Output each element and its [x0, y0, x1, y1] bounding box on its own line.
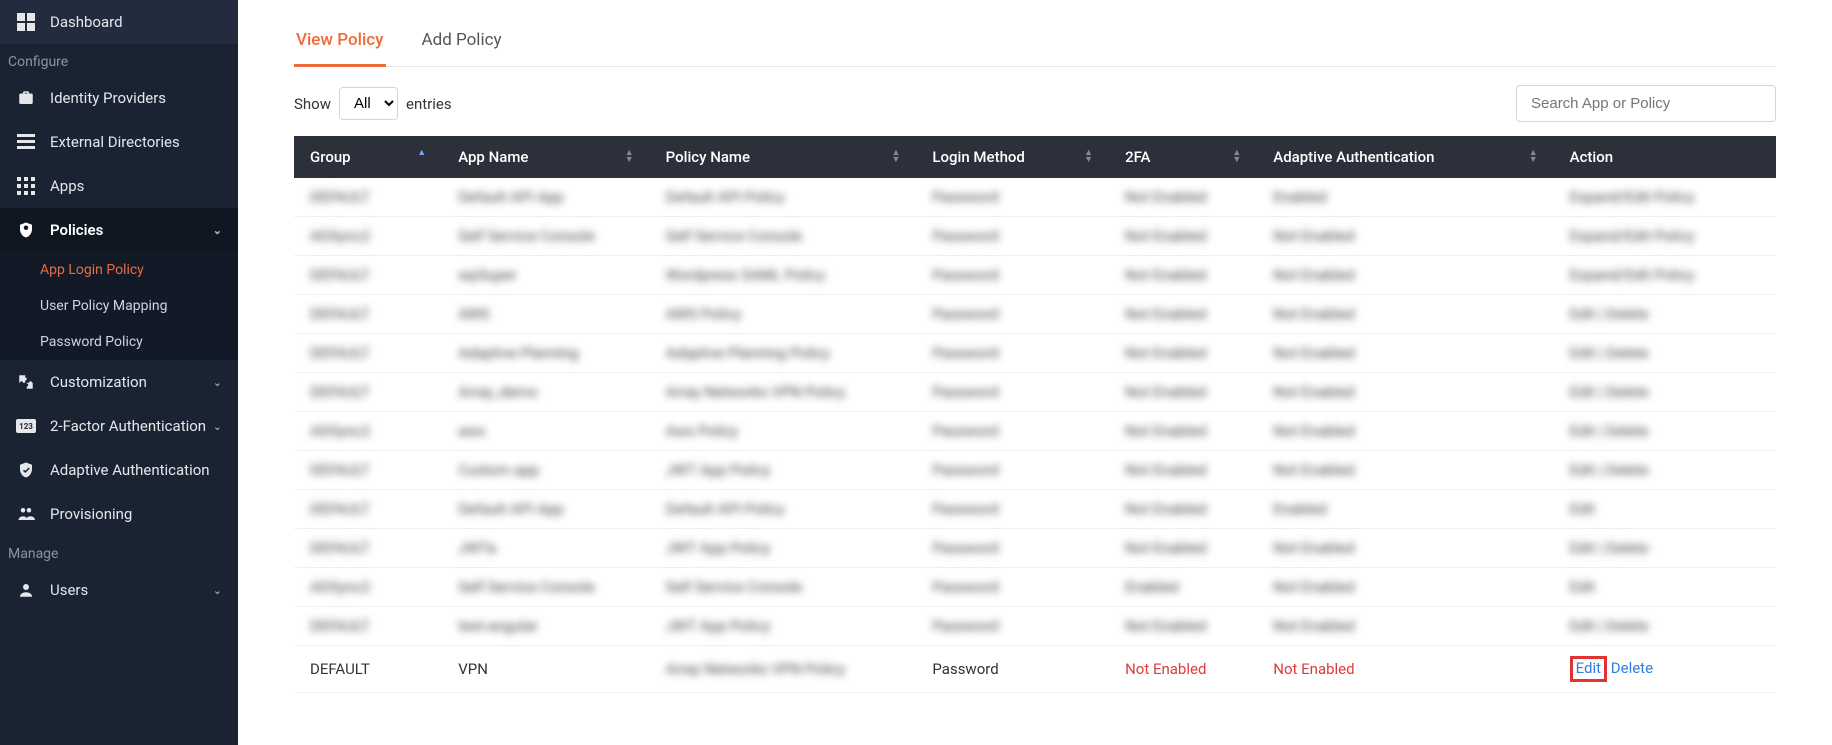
entries-label: entries — [406, 95, 452, 113]
col-action: Action — [1554, 136, 1776, 178]
show-label: Show — [294, 95, 331, 113]
col-policy-name[interactable]: Policy Name ▲▼ — [650, 136, 917, 178]
search-input[interactable] — [1516, 85, 1776, 122]
table-row: DEFAULTDefault API AppDefault API Policy… — [294, 178, 1776, 217]
nav-adaptive-auth[interactable]: Adaptive Authentication — [0, 448, 238, 492]
table-controls: Show All entries — [294, 85, 1776, 122]
main-content: View Policy Add Policy Show All entries … — [238, 0, 1832, 745]
sub-password-policy[interactable]: Password Policy — [0, 324, 238, 360]
nav-external-directories[interactable]: External Directories — [0, 120, 238, 164]
cell-policy: Array Networks VPN Policy — [650, 646, 917, 693]
chevron-down-icon: ⌄ — [213, 376, 222, 389]
nav-users[interactable]: Users ⌄ — [0, 568, 238, 612]
section-configure: Configure — [0, 44, 238, 76]
table-row: DEFAULTJWTaJWT App PolicyPasswordNot Ena… — [294, 529, 1776, 568]
policies-submenu: App Login Policy User Policy Mapping Pas… — [0, 252, 238, 360]
table-row: ADSync2Self Service ConsoleSelf Service … — [294, 568, 1776, 607]
nav-customization[interactable]: Customization ⌄ — [0, 360, 238, 404]
sort-icon: ▲▼ — [1232, 150, 1241, 164]
nav-customization-label: Customization — [50, 373, 213, 391]
sort-icon: ▲▼ — [625, 150, 634, 164]
nav-adaptive-auth-label: Adaptive Authentication — [50, 461, 222, 479]
cell-action: Edit Delete — [1554, 646, 1776, 693]
nav-apps[interactable]: Apps — [0, 164, 238, 208]
table-row: ADSync2awsAws PolicyPasswordNot EnabledN… — [294, 412, 1776, 451]
nav-policies[interactable]: Policies ⌄ — [0, 208, 238, 252]
col-group[interactable]: Group ▲ — [294, 136, 442, 178]
col-adaptive[interactable]: Adaptive Authentication ▲▼ — [1257, 136, 1553, 178]
sort-icon: ▲▼ — [1529, 150, 1538, 164]
cell-group: DEFAULT — [294, 646, 442, 693]
chevron-down-icon: ⌄ — [213, 420, 222, 433]
dashboard-icon — [16, 12, 36, 32]
section-manage: Manage — [0, 536, 238, 568]
cell-adaptive: Not Enabled — [1257, 646, 1553, 693]
nav-apps-label: Apps — [50, 177, 222, 195]
password-icon: 123 — [16, 416, 36, 436]
cell-app: VPN — [442, 646, 649, 693]
sort-icon: ▲ — [417, 150, 426, 157]
user-icon — [16, 580, 36, 600]
sub-user-policy-mapping[interactable]: User Policy Mapping — [0, 288, 238, 324]
show-entries: Show All entries — [294, 87, 452, 120]
nav-users-label: Users — [50, 581, 213, 599]
tab-view-policy[interactable]: View Policy — [294, 20, 386, 67]
table-row: DEFAULTDefault API AppDefault API Policy… — [294, 490, 1776, 529]
nav-provisioning-label: Provisioning — [50, 505, 222, 523]
nav-identity-providers[interactable]: Identity Providers — [0, 76, 238, 120]
briefcase-icon — [16, 88, 36, 108]
table-row: ADSync2Self Service ConsoleSelf Service … — [294, 217, 1776, 256]
nav-identity-providers-label: Identity Providers — [50, 89, 222, 107]
table-row-focus: DEFAULTVPNArray Networks VPN PolicyPassw… — [294, 646, 1776, 693]
table-row: DEFAULTArray_demoArray Networks VPN Poli… — [294, 373, 1776, 412]
search-box — [1516, 85, 1776, 122]
sub-app-login-policy[interactable]: App Login Policy — [0, 252, 238, 288]
policies-table: Group ▲ App Name ▲▼ Policy Name ▲▼ Login… — [294, 136, 1776, 693]
shield-check-icon — [16, 460, 36, 480]
chevron-down-icon: ⌄ — [213, 584, 222, 597]
tab-add-policy[interactable]: Add Policy — [420, 20, 504, 67]
list-icon — [16, 132, 36, 152]
nav-dashboard[interactable]: Dashboard — [0, 0, 238, 44]
sort-icon: ▲▼ — [891, 150, 900, 164]
nav-provisioning[interactable]: Provisioning — [0, 492, 238, 536]
table-row: DEFAULTAWSAWS PolicyPasswordNot EnabledN… — [294, 295, 1776, 334]
edit-link[interactable]: Edit — [1570, 656, 1607, 682]
nav-dashboard-label: Dashboard — [50, 13, 222, 31]
chevron-down-icon: ⌄ — [213, 224, 222, 237]
nav-policies-label: Policies — [50, 221, 213, 239]
cell-2fa: Not Enabled — [1109, 646, 1257, 693]
policy-tabs: View Policy Add Policy — [294, 20, 1776, 67]
nav-two-factor-label: 2-Factor Authentication — [50, 417, 213, 435]
apps-grid-icon — [16, 176, 36, 196]
nav-two-factor[interactable]: 123 2-Factor Authentication ⌄ — [0, 404, 238, 448]
table-row: DEFAULTCustom appJWT App PolicyPasswordN… — [294, 451, 1776, 490]
shield-icon — [16, 220, 36, 240]
table-row: DEFAULTAdaptive PlanningAdaptive Plannin… — [294, 334, 1776, 373]
sidebar: Dashboard Configure Identity Providers E… — [0, 0, 238, 745]
svg-text:123: 123 — [19, 422, 33, 431]
table-row: DEFAULTtest-angularJWT App PolicyPasswor… — [294, 607, 1776, 646]
delete-link[interactable]: Delete — [1611, 659, 1653, 677]
col-2fa[interactable]: 2FA ▲▼ — [1109, 136, 1257, 178]
table-row: DEFAULTwpSuperWordpress SAML PolicyPassw… — [294, 256, 1776, 295]
cell-login: Password — [916, 646, 1109, 693]
sort-icon: ▲▼ — [1084, 150, 1093, 164]
col-login-method[interactable]: Login Method ▲▼ — [916, 136, 1109, 178]
nav-external-directories-label: External Directories — [50, 133, 222, 151]
users-sync-icon — [16, 504, 36, 524]
puzzle-icon — [16, 372, 36, 392]
col-app-name[interactable]: App Name ▲▼ — [442, 136, 649, 178]
entries-select[interactable]: All — [339, 87, 398, 120]
